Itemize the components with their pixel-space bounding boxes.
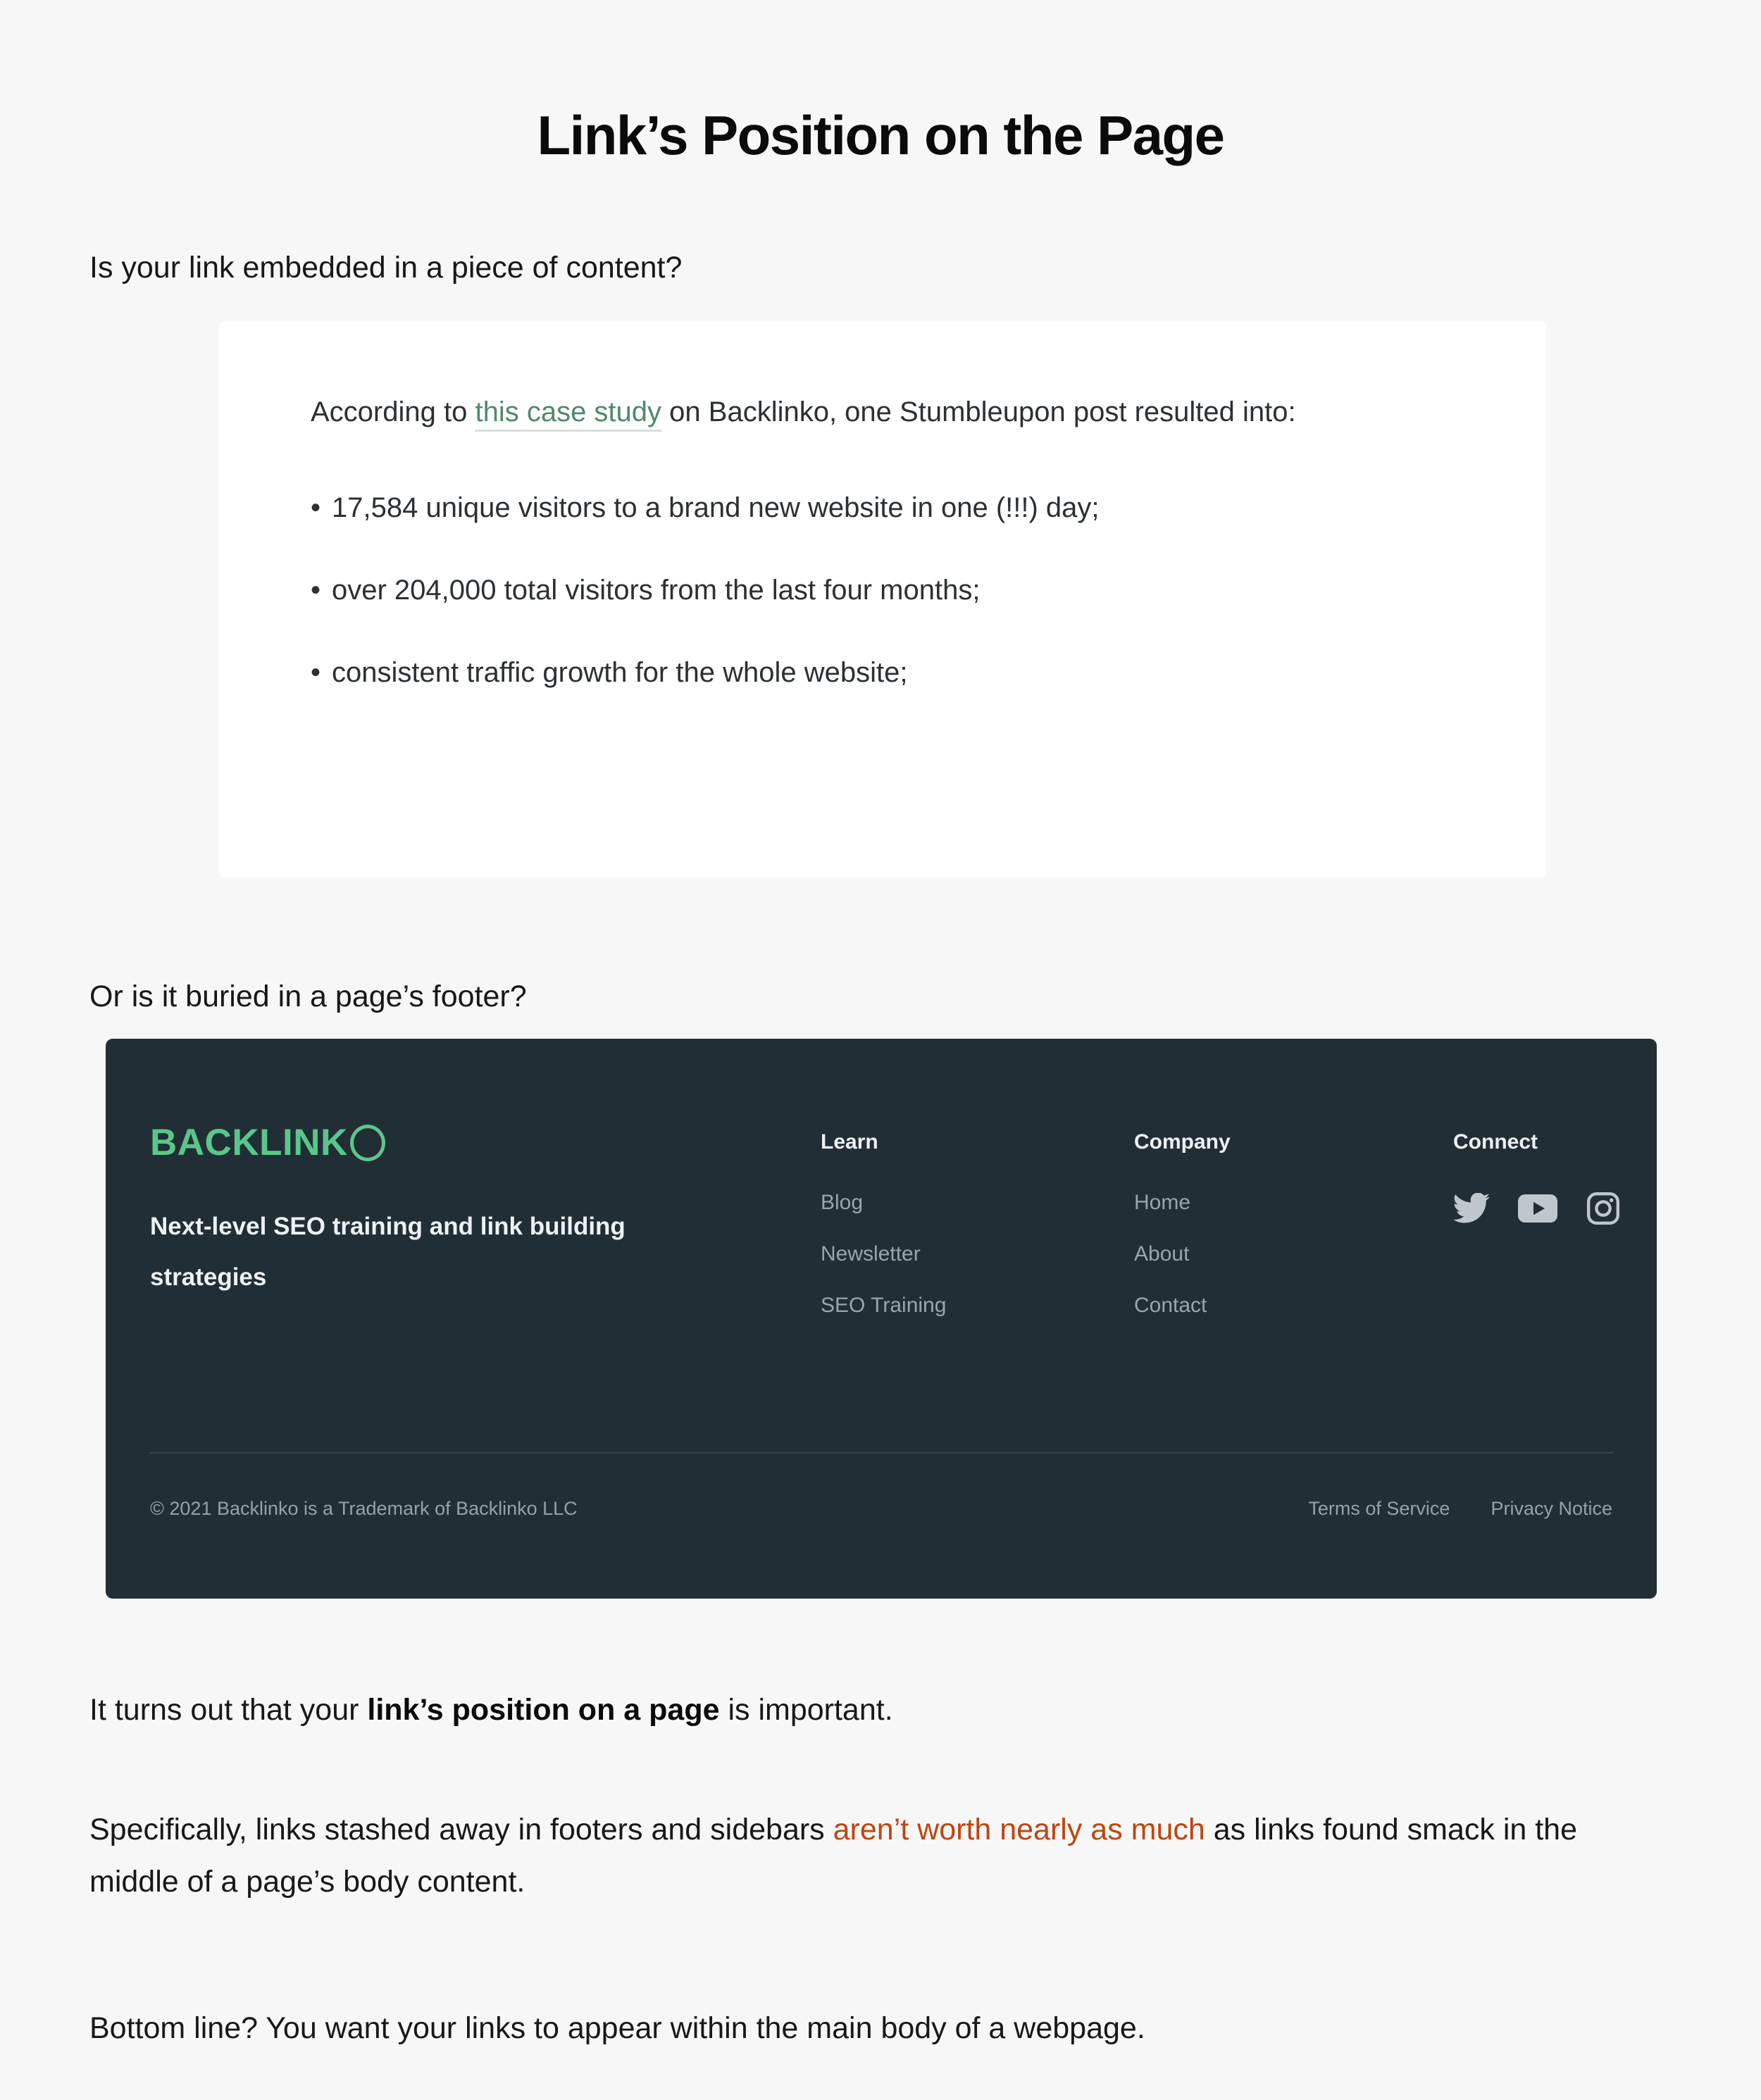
backlinko-footer-screenshot: BACKLINK Next-level SEO training and lin… <box>106 1039 1657 1599</box>
privacy-notice-link[interactable]: Privacy Notice <box>1491 1498 1612 1520</box>
bullet-marker: • <box>311 657 321 688</box>
paragraph-link-position: It turns out that your link’s position o… <box>89 1684 893 1736</box>
logo-ring-icon <box>349 1124 385 1161</box>
p2-before: Specifically, links stashed away in foot… <box>89 1813 833 1846</box>
terms-of-service-link[interactable]: Terms of Service <box>1308 1498 1450 1520</box>
list-item: • 17,584 unique visitors to a brand new w… <box>311 490 1494 525</box>
footer-question: Or is it buried in a page’s footer? <box>89 980 527 1013</box>
footer-link-newsletter[interactable]: Newsletter <box>821 1242 946 1266</box>
footer-brand-block: BACKLINK Next-level SEO training and lin… <box>150 1121 714 1303</box>
footer-link-seo-training[interactable]: SEO Training <box>821 1294 946 1318</box>
case-study-content: According to this case study on Backlink… <box>311 381 1494 690</box>
instagram-icon[interactable] <box>1586 1191 1621 1226</box>
list-item: • consistent traffic growth for the whole… <box>311 655 1494 690</box>
footer-tagline: Next-level SEO training and link buildin… <box>150 1213 626 1291</box>
footer-column-heading: Company <box>1134 1130 1231 1154</box>
p1-bold-phrase: link’s position on a page <box>367 1693 720 1727</box>
worth-nearly-as-much-link[interactable]: aren’t worth nearly as much <box>833 1813 1205 1846</box>
footer-top-region: BACKLINK Next-level SEO training and lin… <box>106 1039 1657 1452</box>
case-study-bullet-list: • 17,584 unique visitors to a brand new w… <box>311 490 1494 690</box>
twitter-icon[interactable] <box>1453 1193 1490 1224</box>
list-item-text: 17,584 unique visitors to a brand new we… <box>332 492 1100 523</box>
paragraph-bottom-line: Bottom line? You want your links to appe… <box>89 2011 1145 2045</box>
paragraph-footers-sidebars: Specifically, links stashed away in foot… <box>89 1804 1674 1908</box>
list-item-text: over 204,000 total visitors from the las… <box>332 575 981 606</box>
case-study-lead: According to this case study on Backlink… <box>311 381 1494 443</box>
footer-link-about[interactable]: About <box>1134 1242 1231 1266</box>
copyright-text: © 2021 Backlinko is a Trademark of Backl… <box>150 1498 578 1519</box>
footer-column-heading: Connect <box>1453 1130 1538 1154</box>
footer-column-heading: Learn <box>821 1130 878 1154</box>
footer-bottom-bar: © 2021 Backlinko is a Trademark of Backl… <box>106 1479 1657 1570</box>
list-item: • over 204,000 total visitors from the la… <box>311 573 1494 608</box>
page-title: Link’s Position on the Page <box>537 104 1225 167</box>
social-icon-row <box>1453 1191 1621 1226</box>
case-study-link[interactable]: this case study <box>475 396 662 432</box>
p1-after: is important. <box>719 1693 893 1727</box>
bullet-marker: • <box>311 492 321 523</box>
youtube-icon[interactable] <box>1518 1194 1557 1223</box>
case-study-lead-before: According to <box>311 396 475 427</box>
case-study-screenshot-card: According to this case study on Backlink… <box>219 321 1546 877</box>
footer-column-learn: Learn Blog Newsletter SEO Training <box>821 1130 946 1345</box>
footer-link-home[interactable]: Home <box>1134 1191 1231 1215</box>
case-study-lead-after: on Backlinko, one Stumbleupon post resul… <box>661 396 1296 427</box>
legal-links: Terms of Service Privacy Notice <box>1308 1498 1612 1520</box>
p1-before: It turns out that your <box>89 1693 368 1727</box>
footer-column-connect: Connect <box>1453 1130 1621 1226</box>
article-page: Link’s Position on the Page Is your link… <box>0 0 1761 2100</box>
backlinko-logo[interactable]: BACKLINK <box>150 1121 714 1164</box>
footer-divider <box>150 1452 1613 1454</box>
bullet-marker: • <box>311 575 321 606</box>
footer-link-contact[interactable]: Contact <box>1134 1294 1231 1318</box>
footer-column-company: Company Home About Contact <box>1134 1130 1231 1345</box>
footer-link-blog[interactable]: Blog <box>821 1191 946 1215</box>
backlinko-logo-text: BACKLINK <box>150 1122 348 1163</box>
list-item-text: consistent traffic growth for the whole … <box>332 657 908 688</box>
intro-question: Is your link embedded in a piece of cont… <box>89 251 683 285</box>
